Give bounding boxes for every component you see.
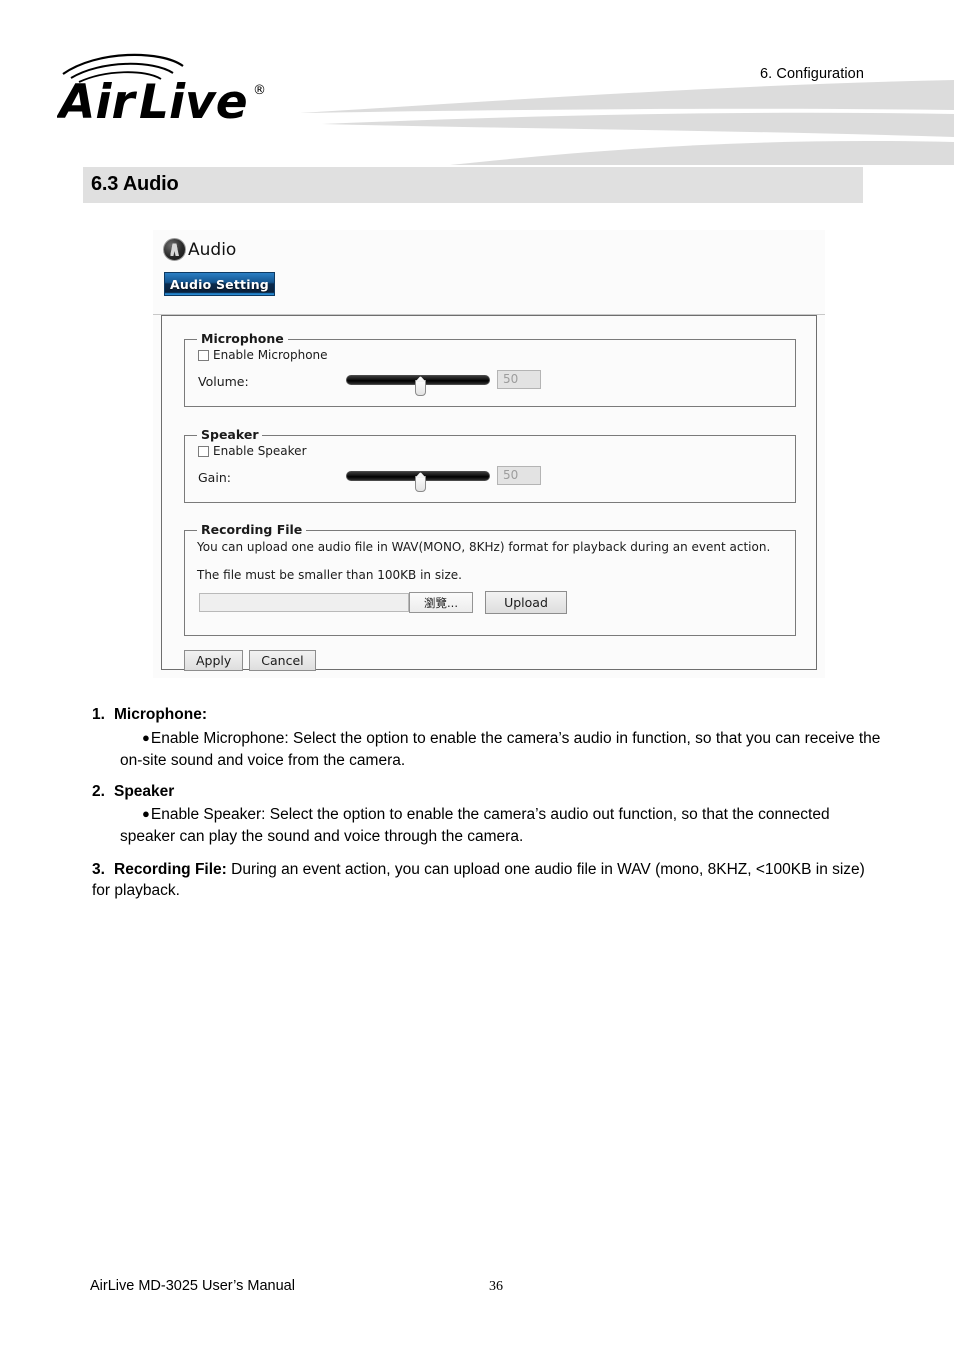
recording-description-line1: You can upload one audio file in WAV(MON… (197, 540, 771, 554)
item3-number: 3. (92, 861, 105, 878)
page-footer: AirLive MD-3025 User’s Manual 36 (0, 1278, 954, 1308)
svg-text:Live: Live (139, 75, 248, 128)
enable-speaker-checkbox[interactable] (198, 445, 209, 457)
item1-bullet-text: Enable Microphone: Select the option to … (120, 729, 881, 769)
item2-heading: 2. Speaker (92, 782, 882, 800)
volume-label: Volume: (198, 374, 249, 389)
volume-value-field[interactable]: 50 (497, 370, 541, 389)
item1-bullet: ●Enable Microphone: Select the option to… (92, 728, 882, 772)
item3-paragraph: 3. Recording File: During an event action… (92, 860, 882, 902)
item2-bullet-text: Enable Speaker: Select the option to ena… (120, 806, 830, 845)
svg-text:Air: Air (57, 75, 137, 128)
speaker-legend: Speaker (197, 427, 263, 442)
gain-label: Gain: (198, 470, 231, 485)
airlive-logo: Air Live ® (57, 53, 266, 128)
recording-file-legend: Recording File (197, 522, 307, 537)
item3-bold-lead: Recording File: (114, 861, 227, 878)
microphone-legend: Microphone (197, 331, 288, 346)
bullet-dot-icon: ● (142, 729, 150, 745)
enable-microphone-checkbox[interactable] (198, 349, 209, 361)
gain-value-field[interactable]: 50 (497, 466, 541, 485)
audio-settings-screenshot: Audio Audio Setting Microphone Enable Mi… (153, 230, 825, 678)
bullet-dot-icon: ● (142, 806, 150, 821)
page-title: 6.3 Audio (91, 173, 179, 195)
file-path-input[interactable] (199, 593, 409, 612)
page-header: Air Live ® 6. Configuration (0, 0, 954, 165)
item1-heading-text: Microphone: (114, 706, 207, 723)
item2-number: 2. (92, 782, 105, 800)
svg-text:®: ® (253, 83, 266, 98)
list-item: 2. Speaker ●Enable Speaker: Select the op… (92, 782, 882, 849)
upload-button[interactable]: Upload (485, 591, 567, 614)
enable-speaker-row[interactable]: Enable Speaker (198, 444, 307, 458)
footer-manual-title: AirLive MD-3025 User’s Manual (90, 1278, 295, 1294)
recording-description-line2: The file must be smaller than 100KB in s… (197, 568, 462, 582)
apply-button[interactable]: Apply (184, 650, 244, 671)
header-swoosh-graphic (300, 80, 954, 165)
recording-file-section: Recording File You can upload one audio … (184, 522, 796, 636)
list-item: 1. Microphone: ●Enable Microphone: Select… (92, 707, 882, 772)
body-content: 1. Microphone: ●Enable Microphone: Select… (92, 707, 882, 908)
panel-body: Microphone Enable Microphone Volume: 50 … (161, 315, 817, 671)
gain-slider-thumb[interactable] (415, 476, 426, 492)
volume-slider-thumb[interactable] (415, 380, 426, 396)
microphone-section: Microphone Enable Microphone Volume: 50 (184, 331, 796, 407)
item2-heading-text: Speaker (114, 782, 175, 800)
item1-heading: 1. Microphone: (92, 707, 882, 723)
item1-number: 1. (92, 706, 105, 723)
cancel-button[interactable]: Cancel (249, 650, 316, 671)
footer-page-number: 36 (489, 1279, 503, 1294)
tab-audio-setting[interactable]: Audio Setting (164, 272, 275, 296)
speaker-section: Speaker Enable Speaker Gain: 50 (184, 427, 796, 503)
panel-header: Audio Audio Setting (153, 230, 825, 315)
browse-button[interactable]: 瀏覽... (409, 592, 473, 613)
audio-person-icon (163, 238, 186, 261)
action-bar: Apply Cancel (184, 650, 316, 671)
gain-slider-row: Gain: 50 (198, 466, 778, 492)
enable-speaker-label: Enable Speaker (213, 444, 307, 458)
enable-microphone-row[interactable]: Enable Microphone (198, 348, 328, 362)
panel-title-label: Audio (188, 239, 237, 260)
volume-slider-row: Volume: 50 (198, 370, 778, 396)
list-item: 3. Recording File: During an event action… (92, 860, 882, 902)
item2-bullet: ●Enable Speaker: Select the option to en… (92, 804, 882, 848)
section-title-bar: 6.3 Audio (83, 167, 863, 203)
enable-microphone-label: Enable Microphone (213, 348, 328, 362)
panel-title-row: Audio (163, 238, 236, 261)
